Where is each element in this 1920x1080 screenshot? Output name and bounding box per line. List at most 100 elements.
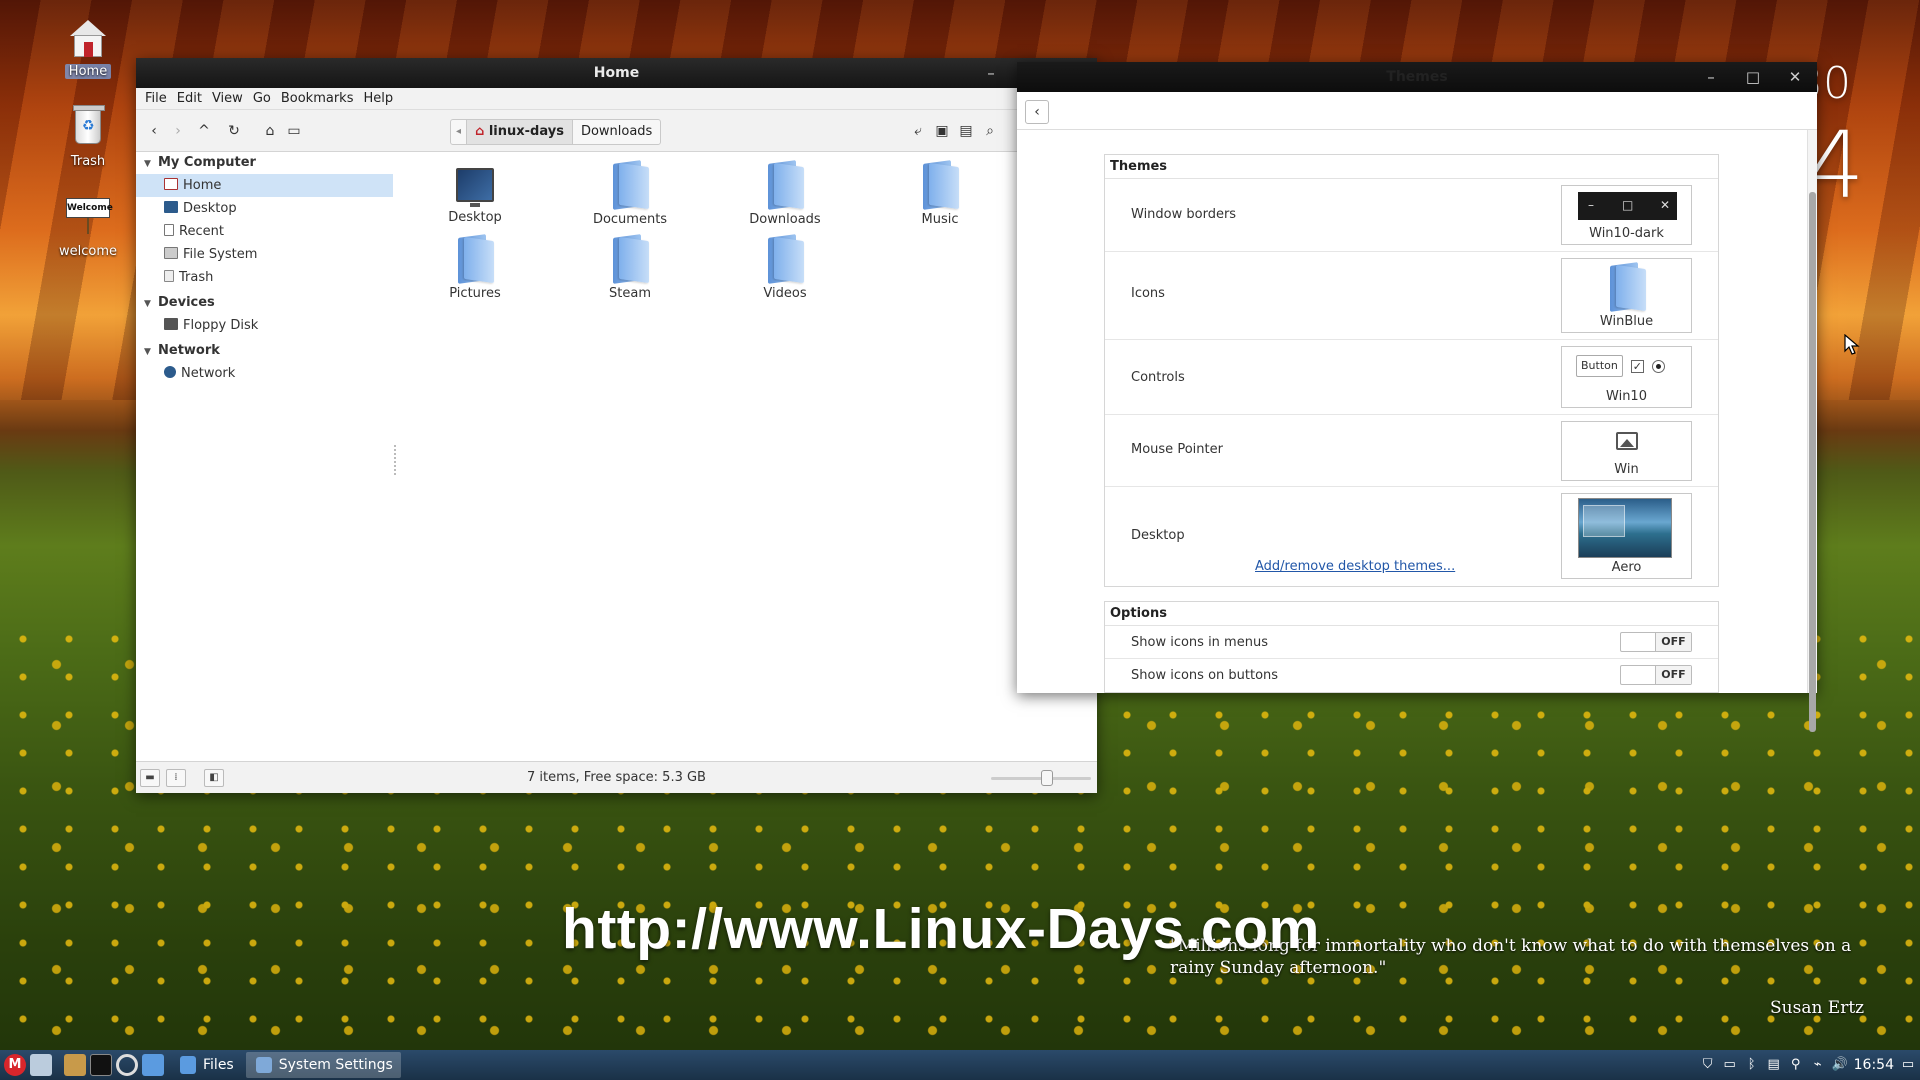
controls-theme-selector[interactable]: Button ✓ Win10 <box>1561 346 1692 408</box>
file-manager-launcher-icon[interactable] <box>64 1054 86 1076</box>
reload-icon[interactable]: ↻ <box>222 119 246 143</box>
theme-name: Win10-dark <box>1589 226 1664 241</box>
sidebar-resize-handle[interactable] <box>394 445 396 475</box>
desktop-icon-welcome[interactable]: Welcome welcome <box>43 192 133 259</box>
menu-view[interactable]: View <box>207 88 248 109</box>
volume-icon[interactable]: 🔊 <box>1832 1057 1848 1073</box>
icons-theme-selector[interactable]: WinBlue <box>1561 258 1692 333</box>
folder-icon <box>609 160 651 210</box>
forward-arrow-icon[interactable]: › <box>166 119 190 143</box>
back-arrow-icon[interactable]: ‹ <box>1025 100 1049 124</box>
menu-edit[interactable]: Edit <box>172 88 207 109</box>
mouse-pointer-theme-selector[interactable]: Win <box>1561 421 1692 481</box>
minimize-icon[interactable]: – <box>1691 62 1731 92</box>
zoom-slider-handle[interactable] <box>1041 770 1053 786</box>
taskbar-clock[interactable]: 16:54 <box>1854 1057 1894 1073</box>
sidebar-item-desktop[interactable]: Desktop <box>136 197 391 220</box>
start-menu-icon[interactable]: M <box>4 1054 26 1076</box>
show-desktop-icon[interactable] <box>30 1054 52 1076</box>
toggle-view-icon[interactable]: ⤶ <box>906 119 930 143</box>
desktop-folder-icon <box>456 168 494 207</box>
settings-scrollbar[interactable] <box>1807 130 1817 732</box>
window-borders-theme-selector[interactable]: – □ ✕ Win10-dark <box>1561 185 1692 245</box>
desktop-theme-selector[interactable]: Aero <box>1561 493 1692 579</box>
file-item-downloads[interactable]: Downloads <box>730 160 840 227</box>
breadcrumb-item-linux-days[interactable]: ⌂ linux-days <box>467 120 573 144</box>
menu-bookmarks[interactable]: Bookmarks <box>276 88 359 109</box>
file-manager-titlebar[interactable]: Home – <box>136 58 1097 88</box>
sidebar-section-network[interactable]: ▼ Network <box>136 340 391 362</box>
welcome-sign-icon: Welcome <box>64 192 113 240</box>
shield-icon[interactable]: ⛉ <box>1700 1057 1716 1073</box>
file-item-music[interactable]: Music <box>885 160 995 227</box>
maximize-icon[interactable]: □ <box>1733 62 1773 92</box>
desktop-theme-thumbnail <box>1578 498 1672 558</box>
drive-icon[interactable]: ▭ <box>1722 1057 1738 1073</box>
floppy-icon <box>164 318 178 330</box>
sidebar-section-label: Devices <box>158 295 215 310</box>
search-icon[interactable]: ⌕ <box>978 119 1002 143</box>
back-arrow-icon[interactable]: ‹ <box>142 119 166 143</box>
network-icon[interactable]: ⚲ <box>1788 1057 1804 1073</box>
terminal-icon[interactable]: ▣ <box>930 119 954 143</box>
menu-go[interactable]: Go <box>248 88 276 109</box>
desktop-icon-label: welcome <box>58 244 117 259</box>
task-system-settings[interactable]: System Settings <box>245 1052 401 1078</box>
task-label: System Settings <box>278 1057 393 1073</box>
sidebar-item-label: Floppy Disk <box>183 318 259 333</box>
scrollbar-thumb[interactable] <box>1809 192 1816 732</box>
row-icons: Icons WinBlue <box>1105 252 1718 340</box>
sidebar-section-my-computer[interactable]: ▼ My Computer <box>136 152 391 174</box>
file-item-label: Steam <box>609 286 651 301</box>
recent-icon <box>164 224 174 236</box>
file-item-label: Music <box>921 212 959 227</box>
window-border-preview: – □ ✕ <box>1578 192 1677 220</box>
folder-icon <box>454 234 496 284</box>
computer-icon[interactable]: ▭ <box>282 119 306 143</box>
usb-icon[interactable]: ⌁ <box>1810 1057 1826 1073</box>
breadcrumb-item-downloads[interactable]: Downloads <box>573 120 660 144</box>
home-nav-icon[interactable]: ⌂ <box>258 119 282 143</box>
browser-launcher-icon[interactable] <box>116 1054 138 1076</box>
sidebar-item-recent[interactable]: Recent <box>136 220 391 243</box>
themes-settings-window: Themes – □ ✕ ‹ Themes Window borders – □… <box>1017 62 1817 732</box>
menu-help[interactable]: Help <box>358 88 398 109</box>
up-arrow-icon[interactable]: ^ <box>192 119 216 143</box>
sidebar-section-devices[interactable]: ▼ Devices <box>136 292 391 314</box>
themes-titlebar[interactable]: Themes – □ ✕ <box>1017 62 1817 92</box>
desktop-icon-label: Trash <box>70 154 106 169</box>
file-item-videos[interactable]: Videos <box>730 234 840 301</box>
file-item-documents[interactable]: Documents <box>575 160 685 227</box>
breadcrumb-left-arrow-icon[interactable]: ◂ <box>451 120 467 144</box>
sidebar-item-trash[interactable]: Trash <box>136 266 391 289</box>
file-item-steam[interactable]: Steam <box>575 234 685 301</box>
breadcrumb-label: linux-days <box>488 124 564 139</box>
printer-icon[interactable]: ▤ <box>1766 1057 1782 1073</box>
minimize-icon[interactable]: – <box>971 58 1011 88</box>
maximize-icon: □ <box>1622 198 1634 212</box>
welcome-sign-text: Welcome <box>66 198 113 218</box>
sidebar-item-floppy-disk[interactable]: Floppy Disk <box>136 314 391 337</box>
desktop-icon-trash[interactable]: Trash <box>43 102 133 169</box>
desktop-icon-home[interactable]: Home <box>43 12 133 79</box>
documents-launcher-icon[interactable] <box>142 1054 164 1076</box>
bluetooth-icon[interactable]: ᛒ <box>1744 1057 1760 1073</box>
file-item-desktop[interactable]: Desktop <box>420 162 530 225</box>
sidebar-item-home[interactable]: Home <box>136 174 393 197</box>
close-icon[interactable]: ✕ <box>1775 62 1815 92</box>
sidebar-item-network[interactable]: Network <box>136 362 391 385</box>
show-desktop-corner-icon[interactable]: ▭ <box>1900 1057 1916 1073</box>
sidebar-item-label: File System <box>183 247 258 262</box>
terminal-launcher-icon[interactable] <box>90 1054 112 1076</box>
add-remove-desktop-themes-link[interactable]: Add/remove desktop themes... <box>1255 559 1455 574</box>
sidebar-item-file-system[interactable]: File System <box>136 243 391 266</box>
section-title: Themes <box>1105 155 1718 179</box>
show-icons-in-menus-toggle[interactable]: OFF <box>1620 632 1692 652</box>
folder-icon <box>1606 262 1648 312</box>
expand-triangle-icon: ▼ <box>144 347 151 357</box>
new-folder-icon[interactable]: ▤ <box>954 119 978 143</box>
show-icons-on-buttons-toggle[interactable]: OFF <box>1620 665 1692 685</box>
file-item-pictures[interactable]: Pictures <box>420 234 530 301</box>
task-files[interactable]: Files <box>170 1052 242 1078</box>
menu-file[interactable]: File <box>140 88 172 109</box>
